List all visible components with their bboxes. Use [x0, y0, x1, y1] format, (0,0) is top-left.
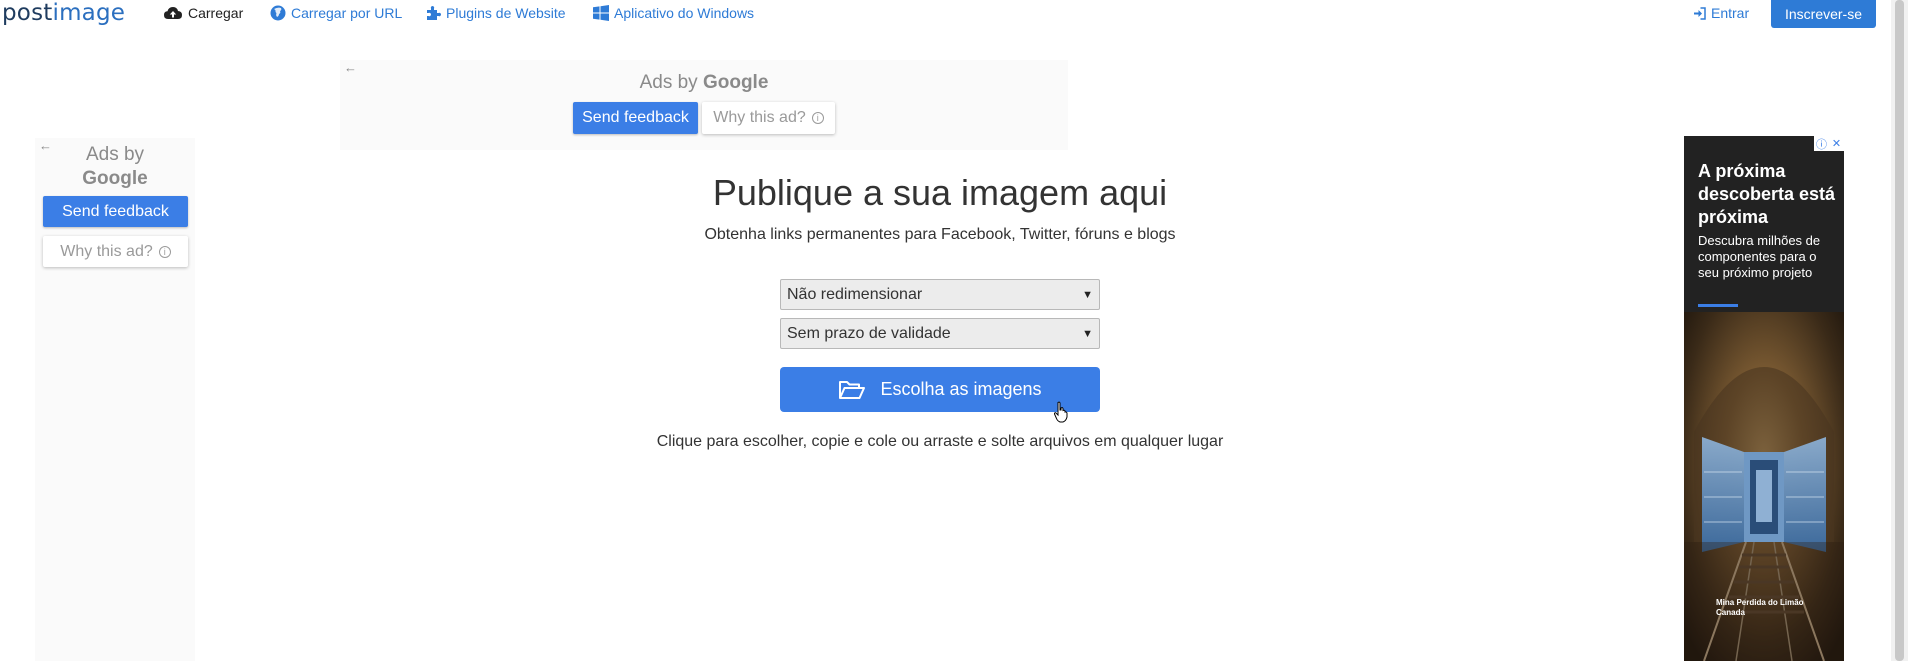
ad-body: Descubra milhões de componentes para o s… [1698, 233, 1821, 280]
nav-login-label: Entrar [1711, 5, 1750, 21]
nav-windows-app-label: Aplicativo do Windows [614, 5, 755, 21]
why-this-ad-label: Why this ad? [60, 242, 153, 260]
resize-select-value: Não redimensionar [787, 285, 923, 303]
page-title: Publique a sua imagem aqui [712, 172, 1168, 213]
top-navbar: postimage Carregar Carregar por URL Plug… [0, 0, 1908, 28]
postimage-logo[interactable]: postimage [2, 0, 125, 26]
page-scrollbar[interactable] [1891, 0, 1908, 661]
info-icon: i [158, 245, 171, 258]
upload-hint: Clique para escolher, copie e cole ou ar… [656, 433, 1224, 450]
choose-images-button[interactable]: Escolha as imagens [780, 367, 1100, 412]
puzzle-icon [427, 6, 441, 20]
left-ad-sidebar: ← Ads by Google Send feedback Why this a… [35, 138, 195, 661]
info-icon[interactable]: ⓘ [1814, 136, 1829, 151]
hand-cursor-icon [1053, 401, 1068, 423]
resize-select[interactable]: Não redimensionar ▼ [780, 279, 1100, 310]
globe-icon [270, 5, 286, 21]
register-button[interactable]: Inscrever-se [1771, 0, 1876, 28]
ad-photo-caption: Mina Perdida do Limão Canada [1716, 598, 1804, 617]
send-feedback-button[interactable]: Send feedback [573, 102, 698, 134]
nav-upload[interactable]: Carregar [163, 4, 243, 22]
nav-login[interactable]: Entrar [1693, 4, 1749, 22]
chevron-down-icon: ▼ [1082, 327, 1093, 340]
page-subtitle: Obtenha links permanentes para Facebook,… [704, 226, 1176, 243]
ad-headline: A próxima descoberta está próxima [1698, 161, 1836, 227]
sign-in-icon [1694, 6, 1706, 20]
why-this-ad-label: Why this ad? [713, 109, 806, 126]
nav-upload-label: Carregar [188, 5, 244, 21]
expiry-select-value: Sem prazo de validade [787, 324, 951, 342]
nav-upload-url-label: Carregar por URL [291, 5, 403, 21]
top-ad-banner: ← Ads by Google Send feedback Why this a… [340, 60, 1068, 150]
ads-by-google-label: Ads by Google [639, 72, 769, 93]
scrollbar-thumb[interactable] [1895, 0, 1904, 661]
nav-windows-app[interactable]: Aplicativo do Windows [593, 4, 754, 22]
chevron-down-icon: ▼ [1082, 288, 1093, 301]
ad-choices[interactable]: ⓘ ✕ [1814, 136, 1844, 151]
ad-accent-bar [1698, 304, 1738, 307]
expiry-select[interactable]: Sem prazo de validade ▼ [780, 318, 1100, 349]
close-icon[interactable]: ✕ [1829, 136, 1844, 151]
why-this-ad-button[interactable]: Why this ad? i [702, 102, 835, 134]
windows-icon [593, 5, 609, 21]
choose-images-label: Escolha as imagens [880, 379, 1042, 399]
nav-upload-url[interactable]: Carregar por URL [270, 4, 402, 22]
info-icon: i [811, 112, 824, 124]
folder-open-icon [839, 380, 866, 399]
nav-plugins-label: Plugins de Website [446, 5, 566, 21]
nav-plugins[interactable]: Plugins de Website [425, 4, 566, 22]
right-ad-banner[interactable]: ⓘ ✕ A próxima descoberta está próxima De… [1684, 136, 1844, 661]
cloud-upload-icon [164, 7, 182, 19]
